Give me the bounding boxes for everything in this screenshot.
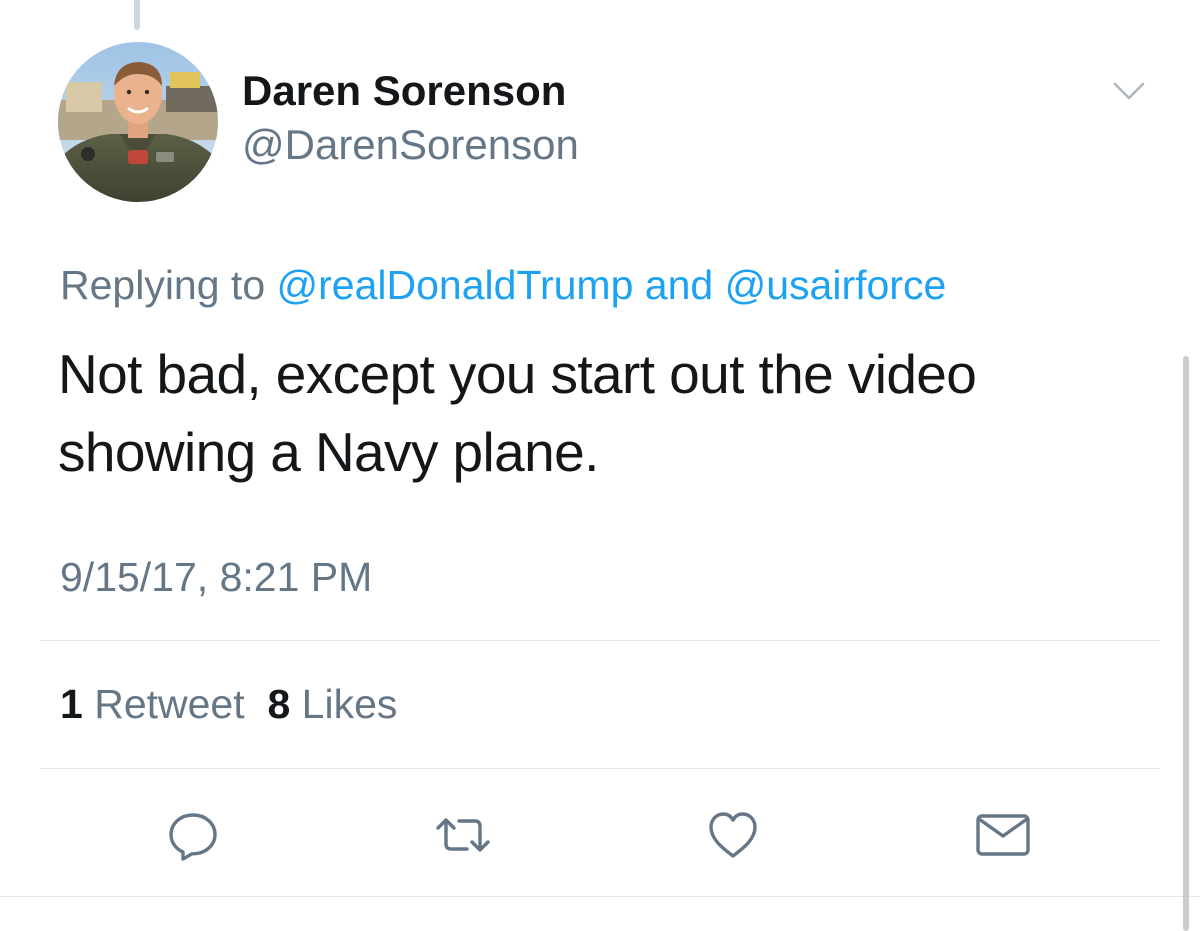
avatar[interactable] bbox=[58, 42, 218, 202]
retweet-label: Retweet bbox=[94, 681, 245, 727]
thread-connector-line bbox=[134, 0, 140, 30]
divider bbox=[40, 768, 1160, 769]
divider bbox=[0, 896, 1200, 897]
retweet-button[interactable] bbox=[434, 806, 492, 864]
avatar-photo bbox=[58, 42, 218, 202]
divider bbox=[40, 640, 1160, 641]
retweet-icon bbox=[436, 818, 490, 852]
mention-conjunction[interactable]: and bbox=[645, 262, 713, 308]
retweet-stat[interactable]: 1 Retweet bbox=[60, 681, 245, 727]
retweet-count: 1 bbox=[60, 681, 83, 727]
chevron-down-icon[interactable] bbox=[1112, 78, 1146, 104]
scrollbar[interactable] bbox=[1183, 356, 1189, 931]
envelope-icon bbox=[976, 814, 1030, 856]
heart-icon bbox=[709, 812, 757, 858]
likes-count: 8 bbox=[267, 681, 291, 727]
replying-to-label: Replying to bbox=[60, 262, 266, 308]
tweet-timestamp[interactable]: 9/15/17, 8:21 PM bbox=[60, 553, 372, 602]
likes-label: Likes bbox=[301, 681, 398, 727]
tweet-text: Not bad, except you start out the video … bbox=[58, 343, 977, 483]
reply-icon bbox=[169, 813, 217, 861]
mention-link-usairforce[interactable]: @usairforce bbox=[725, 262, 947, 308]
like-button[interactable] bbox=[704, 806, 762, 864]
display-name[interactable]: Daren Sorenson bbox=[242, 66, 566, 116]
likes-stat[interactable]: 8 Likes bbox=[267, 681, 397, 727]
user-handle[interactable]: @DarenSorenson bbox=[242, 120, 579, 170]
replying-to-line: Replying to @realDonaldTrump and @usairf… bbox=[60, 261, 946, 310]
reply-button[interactable] bbox=[164, 806, 222, 864]
engagement-stats: 1 Retweet 8 Likes bbox=[60, 680, 397, 729]
direct-message-button[interactable] bbox=[974, 806, 1032, 864]
mention-link-realdonaldtrump[interactable]: @realDonaldTrump bbox=[277, 262, 634, 308]
